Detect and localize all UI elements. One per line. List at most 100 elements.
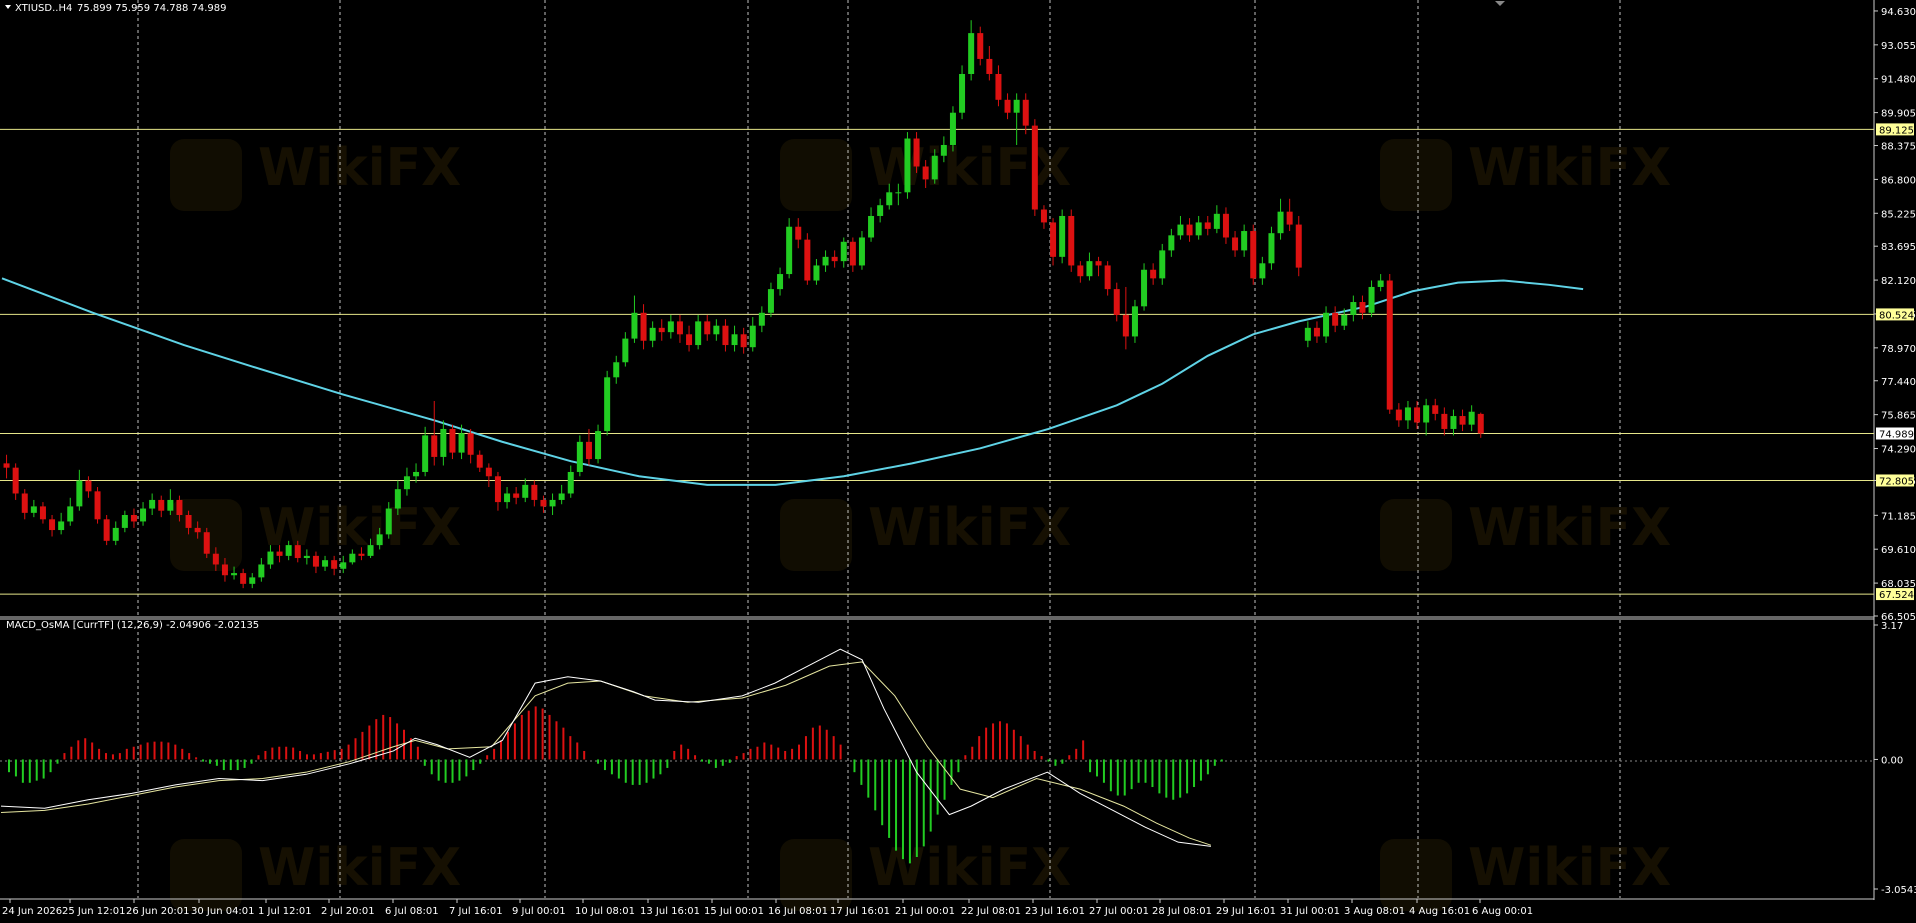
candle-body xyxy=(840,241,847,262)
candle-body xyxy=(813,265,820,281)
candle-body xyxy=(804,239,811,281)
candle-body xyxy=(221,564,228,576)
macd-histogram-bar xyxy=(957,759,960,773)
candle-body xyxy=(676,321,683,335)
candle-body xyxy=(367,545,374,556)
macd-histogram-bar xyxy=(285,746,288,760)
macd-histogram-bar xyxy=(14,759,17,777)
candle-body xyxy=(995,73,1002,100)
macd-histogram-bar xyxy=(1005,723,1008,760)
macd-histogram-bar xyxy=(1012,729,1015,760)
time-tick-label: 31 Jul 00:01 xyxy=(1280,906,1340,917)
macd-histogram-bar xyxy=(520,714,523,760)
time-tick-label: 6 Aug 00:01 xyxy=(1472,906,1533,917)
macd-histogram-bar xyxy=(617,759,620,779)
macd-histogram-bar xyxy=(763,742,766,760)
macd-histogram-bar xyxy=(978,736,981,760)
candle-body xyxy=(185,514,192,528)
macd-histogram-bar xyxy=(98,748,101,760)
candle-body xyxy=(540,499,547,507)
macd-histogram-bar xyxy=(1213,759,1216,766)
watermark-text: WikiFX xyxy=(258,838,461,898)
price-tick-label: 94.630 xyxy=(1881,7,1916,18)
macd-histogram-bar xyxy=(215,759,218,766)
macd-histogram-bar xyxy=(562,727,565,760)
macd-histogram-bar xyxy=(985,727,988,760)
candle-body xyxy=(622,338,629,363)
candle-body xyxy=(1122,314,1129,337)
macd-histogram-bar xyxy=(825,729,828,760)
ohlc-readout: 75.899 75.959 74.788 74.989 xyxy=(77,3,227,14)
candle-body xyxy=(1368,286,1375,313)
candle-body xyxy=(194,527,201,533)
time-tick-label: 3 Aug 08:01 xyxy=(1344,906,1405,917)
candle-body xyxy=(231,573,238,576)
macd-histogram-bar xyxy=(451,759,454,783)
candle-body xyxy=(1095,261,1102,266)
time-tick-label: 9 Jul 00:01 xyxy=(512,906,566,917)
candle-body xyxy=(1022,99,1029,126)
macd-histogram-bar xyxy=(707,759,710,764)
macd-histogram-bar xyxy=(964,755,967,760)
macd-histogram-bar xyxy=(888,759,891,838)
candle-body xyxy=(613,362,620,378)
candle-body xyxy=(731,334,738,346)
macd-histogram-bar xyxy=(541,708,544,760)
macd-histogram-bar xyxy=(437,759,440,781)
candle-body xyxy=(704,321,711,335)
candle-body xyxy=(831,256,838,262)
macd-histogram-bar xyxy=(181,748,184,760)
level-price-tag-label: 72.805 xyxy=(1879,476,1914,487)
macd-histogram-bar xyxy=(881,759,884,826)
candle-body xyxy=(1222,213,1229,238)
candle-body xyxy=(1204,222,1211,229)
candle-body xyxy=(1113,289,1120,315)
macd-histogram-bar xyxy=(603,759,606,771)
time-tick-label: 25 Jun 12:01 xyxy=(62,906,126,917)
time-tick-label: 29 Jul 16:01 xyxy=(1216,906,1276,917)
candle-body xyxy=(1050,222,1057,257)
candle-body xyxy=(39,506,46,520)
candle-body xyxy=(1477,413,1484,434)
macd-histogram-bar xyxy=(811,727,814,760)
macd-histogram-bar xyxy=(867,759,870,798)
macd-histogram-bar xyxy=(35,759,38,781)
macd-histogram-bar xyxy=(118,753,121,760)
macd-tick-label: 3.17 xyxy=(1881,621,1903,632)
macd-histogram-bar xyxy=(749,748,752,760)
macd-histogram-bar xyxy=(1172,759,1175,800)
candle-body xyxy=(858,237,865,266)
watermark-logo xyxy=(170,839,242,911)
candle-body xyxy=(1441,413,1448,429)
chart-canvas[interactable]: WikiFX WikiFX WikiFX WikiFX WikiFX WikiFX Wiki… xyxy=(0,0,1916,923)
time-tick-label: 6 Jul 08:01 xyxy=(385,906,439,917)
candle-body xyxy=(1304,327,1311,341)
macd-histogram-bar xyxy=(583,750,586,760)
watermark-logo xyxy=(780,499,852,571)
watermark-text: WikiFX xyxy=(868,498,1071,558)
candle-body xyxy=(94,491,101,520)
candle-body xyxy=(276,551,283,556)
candle-body xyxy=(931,155,938,180)
time-tick-label: 26 Jun 20:01 xyxy=(126,906,190,917)
macd-tick-label: 0.00 xyxy=(1881,755,1903,766)
macd-histogram-bar xyxy=(624,759,627,783)
macd-histogram-bar xyxy=(687,748,690,760)
macd-histogram-bar xyxy=(243,759,246,768)
chart-window[interactable]: WikiFX WikiFX WikiFX WikiFX WikiFX WikiFX Wiki… xyxy=(0,0,1916,923)
macd-histogram-bar xyxy=(465,759,468,777)
candle-body xyxy=(1459,416,1466,425)
watermark-text: WikiFX xyxy=(1468,838,1671,898)
candle-body xyxy=(30,506,37,513)
candle-body xyxy=(1086,261,1093,277)
candle-body xyxy=(686,334,693,346)
candle-body xyxy=(904,138,911,193)
macd-histogram-bar xyxy=(832,736,835,760)
macd-histogram-bar xyxy=(943,759,946,800)
macd-histogram-bar xyxy=(319,753,322,760)
candle-body xyxy=(258,564,265,578)
candle-body xyxy=(376,534,383,546)
candle-body xyxy=(203,532,210,554)
macd-histogram-bar xyxy=(28,759,31,783)
candle-body xyxy=(922,166,929,180)
